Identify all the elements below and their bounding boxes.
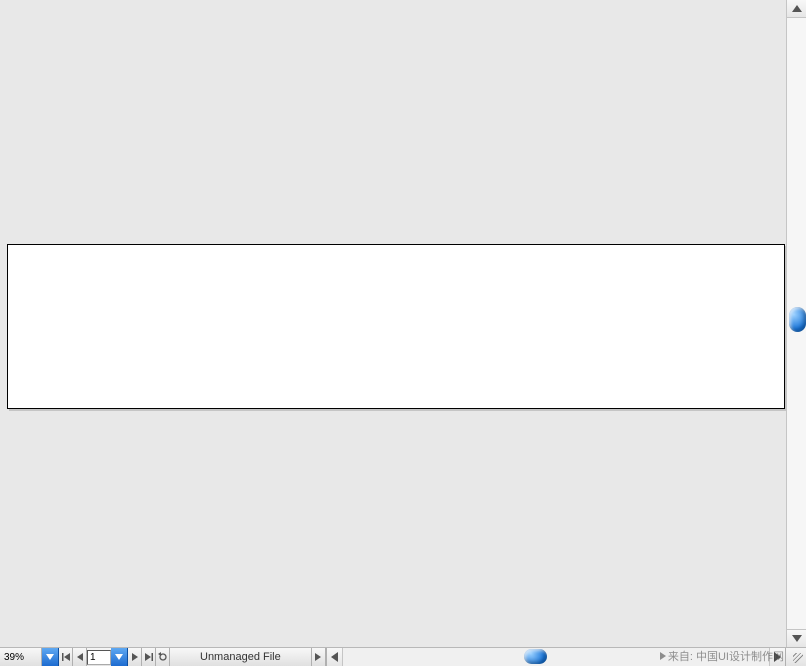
- file-status-label: Unmanaged File: [170, 648, 312, 666]
- resize-grip[interactable]: [786, 648, 806, 666]
- scroll-left-button[interactable]: [327, 648, 343, 666]
- last-page-button[interactable]: [142, 648, 156, 666]
- prev-page-button[interactable]: [73, 648, 87, 666]
- document-viewport[interactable]: [0, 0, 786, 647]
- history-button[interactable]: [156, 648, 170, 666]
- scroll-right-button[interactable]: [769, 648, 785, 666]
- scroll-up-button[interactable]: [787, 0, 806, 18]
- vertical-scrollbar[interactable]: [786, 0, 806, 647]
- horizontal-scrollbar[interactable]: [326, 648, 786, 666]
- zoom-level[interactable]: 39%: [0, 648, 42, 666]
- page-dropdown[interactable]: [111, 648, 128, 666]
- zoom-dropdown[interactable]: [42, 648, 59, 666]
- page-number-field[interactable]: 1: [87, 650, 111, 665]
- scroll-down-button[interactable]: [787, 629, 806, 647]
- horizontal-scroll-thumb[interactable]: [524, 649, 547, 664]
- document-page[interactable]: [7, 244, 785, 409]
- split-handle-right[interactable]: [312, 648, 326, 666]
- vertical-scroll-thumb[interactable]: [789, 307, 806, 332]
- first-page-button[interactable]: [59, 648, 73, 666]
- next-page-button[interactable]: [128, 648, 142, 666]
- status-bar: 39% 1 Unmanaged File: [0, 647, 806, 666]
